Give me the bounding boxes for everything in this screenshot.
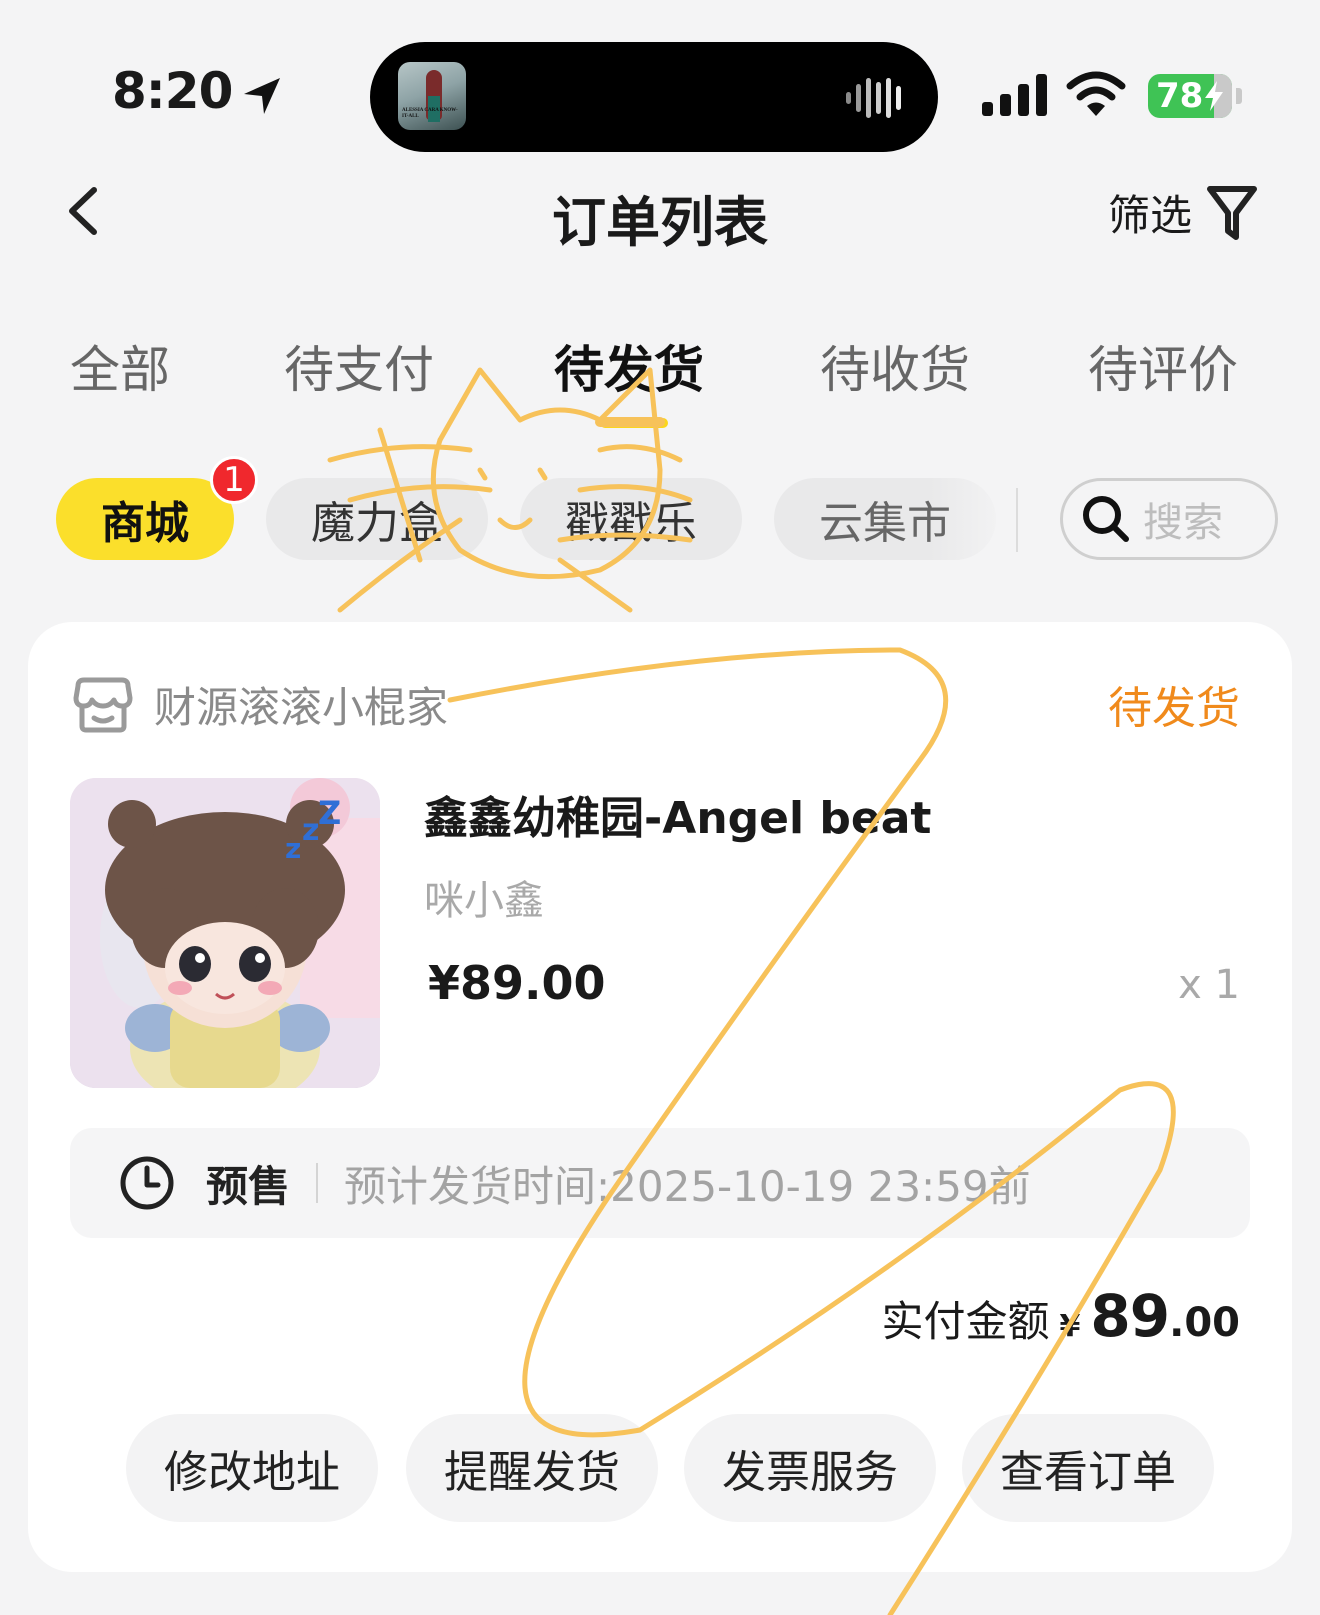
shop-icon — [73, 677, 133, 733]
location-arrow-icon — [244, 78, 280, 114]
svg-text:Z: Z — [318, 794, 341, 832]
tab-pending-review[interactable]: 待评价 — [1088, 330, 1238, 402]
charging-bolt-icon — [1205, 81, 1224, 111]
order-status: 待发货 — [1108, 683, 1240, 734]
filter-button[interactable]: 筛选 — [1108, 182, 1258, 243]
funnel-icon — [1207, 185, 1258, 240]
paid-amount-row: 实付金额 ¥ 89.00 — [882, 1282, 1240, 1350]
active-tab-indicator — [600, 418, 668, 428]
battery-indicator: 78 — [1148, 74, 1232, 118]
tab-pending-shipment[interactable]: 待发货 — [554, 330, 704, 402]
chip-mall[interactable]: 商城 — [56, 478, 234, 560]
product-image[interactable]: z z Z — [70, 778, 380, 1088]
svg-text:z: z — [302, 813, 319, 848]
remind-shipment-button[interactable]: 提醒发货 — [406, 1414, 658, 1522]
order-status-tabs: 全部 待支付 待发货 待收货 待评价 — [0, 330, 1320, 400]
paid-amount-label: 实付金额 — [881, 1297, 1050, 1346]
paid-amount-value: 89 — [1090, 1282, 1170, 1350]
chip-divider — [1016, 488, 1018, 552]
audio-waveform-icon — [846, 78, 901, 118]
wifi-icon — [1066, 71, 1126, 116]
chip-magic-box[interactable]: 魔力盒 — [266, 478, 488, 560]
chip-poke-fun[interactable]: 戳戳乐 — [520, 478, 742, 560]
paid-currency: ¥ — [1059, 1309, 1081, 1344]
status-time: 8:20 — [112, 62, 233, 120]
chip-cloud-market-label: 云集市 — [819, 498, 951, 549]
view-order-button[interactable]: 查看订单 — [962, 1414, 1214, 1522]
paid-amount-decimals: .00 — [1169, 1300, 1240, 1346]
battery-level: 78 — [1156, 76, 1204, 116]
chip-cloud-market[interactable]: 云集市 — [774, 478, 996, 560]
battery-nub — [1236, 88, 1242, 104]
album-art: ALESSIA CARA KNOW-IT-ALL — [398, 62, 466, 130]
product-price: ¥89.00 — [428, 956, 606, 1010]
filter-label: 筛选 — [1108, 191, 1193, 240]
album-art-text: ALESSIA CARA KNOW-IT-ALL — [402, 108, 458, 119]
product-quantity: x 1 — [1178, 962, 1240, 1008]
tab-pending-payment[interactable]: 待支付 — [284, 330, 434, 402]
product-title[interactable]: 鑫鑫幼稚园-Angel beat — [424, 782, 931, 846]
cellular-signal-icon — [982, 74, 1047, 116]
presale-divider — [316, 1163, 319, 1203]
tab-pending-receipt[interactable]: 待收货 — [820, 330, 970, 402]
order-card[interactable]: 财源滚滚小棍家 待发货 z z Z 鑫鑫幼稚园-Angel beat 咪小鑫 ¥… — [28, 622, 1292, 1572]
tab-all[interactable]: 全部 — [70, 330, 170, 402]
clock-icon — [120, 1156, 174, 1210]
modify-address-button[interactable]: 修改地址 — [126, 1414, 378, 1522]
invoice-service-button[interactable]: 发票服务 — [684, 1414, 936, 1522]
notification-badge: 1 — [210, 456, 258, 504]
presale-tag: 预售 — [206, 1161, 291, 1211]
svg-text:z: z — [285, 832, 301, 865]
search-placeholder: 搜索 — [1143, 500, 1223, 546]
product-variant: 咪小鑫 — [424, 878, 544, 924]
presale-info: 预售 预计发货时间:2025-10-19 23:59前 — [70, 1128, 1250, 1238]
dynamic-island[interactable]: ALESSIA CARA KNOW-IT-ALL — [370, 42, 938, 152]
estimated-ship-time: 预计发货时间:2025-10-19 23:59前 — [344, 1161, 1031, 1211]
search-icon — [1083, 496, 1129, 542]
chip-mall-label: 商城 — [101, 498, 189, 549]
search-button[interactable]: 搜索 — [1060, 478, 1278, 560]
plush-doll-illustration: z z Z — [70, 778, 380, 1088]
shop-name[interactable]: 财源滚滚小棍家 — [154, 674, 448, 735]
chip-poke-fun-label: 戳戳乐 — [565, 498, 697, 549]
chip-magic-box-label: 魔力盒 — [311, 498, 443, 549]
